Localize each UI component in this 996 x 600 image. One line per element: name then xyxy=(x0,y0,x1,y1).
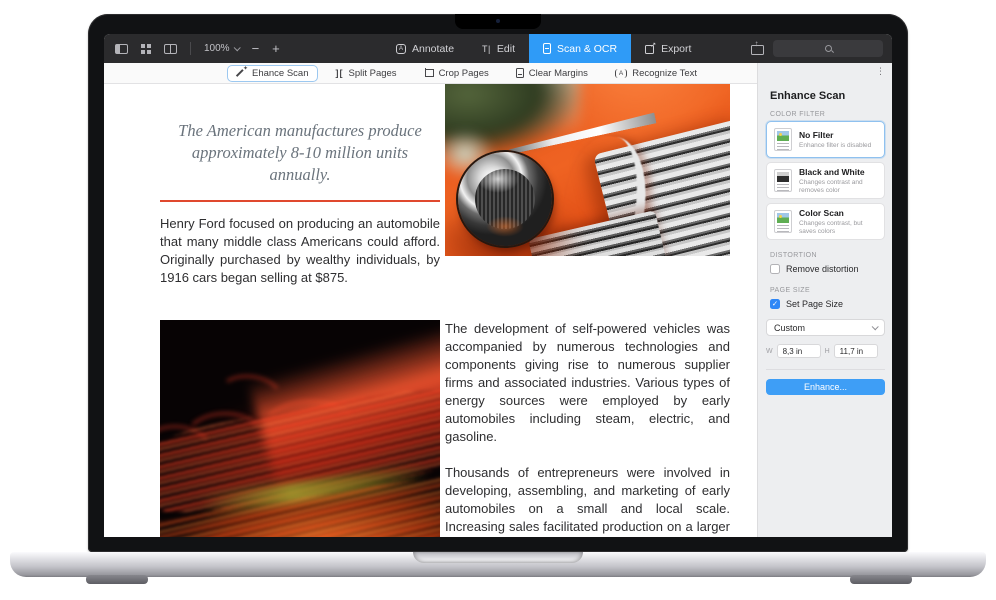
tab-edit[interactable]: T| Edit xyxy=(468,34,529,63)
no-filter-thumbnail-icon xyxy=(774,128,792,151)
toolbar-right-group: ↑ xyxy=(751,34,883,63)
tab-annotate-label: Annotate xyxy=(412,43,454,55)
tab-export-label: Export xyxy=(661,43,691,55)
laptop-lid-scoop xyxy=(413,552,583,563)
share-icon[interactable]: ↑ xyxy=(751,42,762,55)
laptop-base xyxy=(10,552,986,577)
filter-name: Black and White xyxy=(799,167,877,177)
filter-option-color-scan[interactable]: Color Scan Changes contrast, but saves c… xyxy=(766,203,885,240)
camera-icon xyxy=(496,19,500,23)
filter-name: No Filter xyxy=(799,130,871,140)
filter-desc: Changes contrast, but saves colors xyxy=(799,220,877,235)
chevron-down-icon xyxy=(233,44,240,51)
scan-toolbar: ✦ Ehance Scan ][ Split Pages Crop Pages … xyxy=(104,63,757,84)
tab-annotate[interactable]: A Annotate xyxy=(382,34,468,63)
light-trails-photo xyxy=(160,320,440,537)
panel-divider xyxy=(766,369,885,370)
edit-icon: T| xyxy=(482,44,491,54)
laptop-notch xyxy=(455,14,541,29)
chevron-down-icon xyxy=(872,323,879,330)
laptop-foot xyxy=(850,575,912,584)
toolbar-divider xyxy=(190,42,191,55)
export-icon: ↗ xyxy=(645,44,655,54)
filter-desc: Enhance filter is disabled xyxy=(799,142,871,150)
page-view-icon[interactable] xyxy=(164,44,177,54)
remove-distortion-label: Remove distortion xyxy=(786,264,859,274)
tab-scan-ocr-label: Scan & OCR xyxy=(557,43,617,55)
recognize-text-icon: A xyxy=(615,69,627,78)
car-headlight xyxy=(458,152,552,246)
car-photo xyxy=(445,84,730,256)
filter-option-black-and-white[interactable]: Black and White Changes contrast and rem… xyxy=(766,162,885,199)
zoom-out-button[interactable]: − xyxy=(252,34,260,63)
zoom-level-value: 100% xyxy=(204,43,230,54)
toolbar-left-group: 100% − + xyxy=(115,34,280,63)
distortion-section-label: DISTORTION xyxy=(770,252,817,259)
filter-name: Color Scan xyxy=(799,208,877,218)
enhance-scan-button[interactable]: ✦ Ehance Scan xyxy=(227,65,318,82)
scan-icon xyxy=(543,43,551,54)
color-filter-section-label: COLOR FILTER xyxy=(770,111,825,118)
document-page: The American manufactures produce approx… xyxy=(104,84,757,537)
laptop-bezel: 100% − + A Annotate T| Edit xyxy=(88,14,908,552)
clear-margins-label: Clear Margins xyxy=(529,68,588,79)
zoom-in-button[interactable]: + xyxy=(272,34,280,63)
split-pages-icon: ][ xyxy=(336,68,344,78)
panel-more-icon[interactable]: ⋮ xyxy=(876,66,885,77)
recognize-text-label: Recognize Text xyxy=(632,68,697,79)
width-label: W xyxy=(766,348,773,355)
page-size-preset-dropdown[interactable]: Custom xyxy=(766,319,885,336)
search-icon xyxy=(825,45,832,52)
set-page-size-label: Set Page Size xyxy=(786,299,843,309)
page-size-inputs: W H xyxy=(766,344,885,358)
height-label: H xyxy=(825,348,830,355)
recognize-text-button[interactable]: A Recognize Text xyxy=(606,65,706,82)
paragraph-3: Thousands of entrepreneurs were involved… xyxy=(445,464,730,537)
thumbnails-grid-icon[interactable] xyxy=(141,44,151,54)
mode-tabs: A Annotate T| Edit Scan & OCR ↗ Export xyxy=(382,34,705,63)
enhance-scan-label: Ehance Scan xyxy=(252,68,309,79)
filter-desc: Changes contrast and removes color xyxy=(799,179,877,194)
annotate-icon: A xyxy=(396,44,406,54)
page-size-section-label: PAGE SIZE xyxy=(770,287,810,294)
crop-pages-label: Crop Pages xyxy=(439,68,489,79)
page: 100% − + A Annotate T| Edit xyxy=(0,0,996,600)
paragraph-1: Henry Ford focused on producing an autom… xyxy=(160,215,440,287)
checkbox-unchecked-icon xyxy=(770,264,780,274)
width-field[interactable] xyxy=(777,344,821,358)
search-input[interactable] xyxy=(773,40,883,57)
set-page-size-checkbox[interactable]: ✓ Set Page Size xyxy=(770,299,843,309)
magic-wand-icon: ✦ xyxy=(236,68,247,79)
preset-value: Custom xyxy=(774,323,805,333)
filter-option-no-filter[interactable]: No Filter Enhance filter is disabled xyxy=(766,121,885,158)
main-toolbar: 100% − + A Annotate T| Edit xyxy=(104,34,892,63)
height-field[interactable] xyxy=(834,344,878,358)
black-white-thumbnail-icon xyxy=(774,169,792,192)
quote-divider xyxy=(160,200,440,202)
zoom-level-dropdown[interactable]: 100% xyxy=(204,43,239,54)
paragraph-2: The development of self-powered vehicles… xyxy=(445,320,730,446)
checkbox-checked-icon: ✓ xyxy=(770,299,780,309)
crop-icon xyxy=(424,68,434,78)
remove-distortion-checkbox[interactable]: Remove distortion xyxy=(770,264,859,274)
color-scan-thumbnail-icon xyxy=(774,210,792,233)
enhance-button[interactable]: Enhance... xyxy=(766,379,885,395)
app-window: 100% − + A Annotate T| Edit xyxy=(104,34,892,537)
sidebar-toggle-icon[interactable] xyxy=(115,44,128,54)
laptop-foot xyxy=(86,575,148,584)
tab-export[interactable]: ↗ Export xyxy=(631,34,705,63)
tab-scan-ocr[interactable]: Scan & OCR xyxy=(529,34,631,63)
tab-edit-label: Edit xyxy=(497,43,515,55)
panel-title: Enhance Scan xyxy=(770,90,845,102)
enhance-scan-panel: ⋮ Enhance Scan COLOR FILTER No Filter En… xyxy=(757,63,892,537)
clear-margins-button[interactable]: Clear Margins xyxy=(507,65,597,82)
crop-pages-button[interactable]: Crop Pages xyxy=(415,65,498,82)
split-pages-button[interactable]: ][ Split Pages xyxy=(327,65,406,82)
page-icon xyxy=(516,68,524,78)
split-pages-label: Split Pages xyxy=(349,68,397,79)
scan-toolbar-buttons: ✦ Ehance Scan ][ Split Pages Crop Pages … xyxy=(227,65,706,82)
document-quote: The American manufactures produce approx… xyxy=(160,120,440,186)
